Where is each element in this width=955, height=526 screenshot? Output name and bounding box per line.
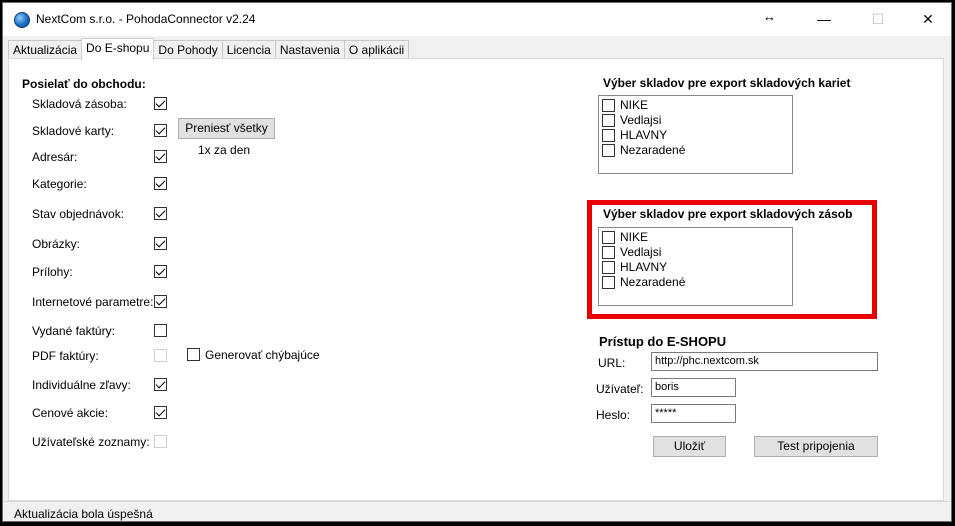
url-field[interactable]: http://phc.nextcom.sk (651, 352, 878, 371)
tab-5[interactable]: O aplikácii (343, 40, 410, 59)
save-button[interactable]: Uložiť (653, 436, 726, 457)
maximize-button: ☐ (871, 10, 885, 27)
card-export-heading: Výber skladov pre export skladových kari… (603, 76, 851, 90)
tab-3[interactable]: Licencia (221, 40, 276, 59)
list-item-label: HLAVNY (620, 260, 668, 274)
send-item-label: Kategorie: (32, 177, 87, 191)
generate-missing-label: Generovať chýbajúce (205, 348, 320, 362)
send-item-checkbox[interactable] (154, 265, 167, 278)
tab-panel-eshop: Posielať do obchodu: Skladová zásoba: Skl… (8, 58, 944, 501)
send-item-checkbox[interactable] (154, 324, 167, 337)
send-item-checkbox (154, 435, 167, 448)
card-export-listbox[interactable]: NIKE Vedlajsi HLAVNY Nezaradené (598, 95, 793, 174)
tab-0[interactable]: Aktualizácia (8, 40, 83, 59)
send-item-checkbox[interactable] (154, 378, 167, 391)
list-item-checkbox[interactable] (602, 231, 615, 244)
send-item-label: Individuálne zľavy: (32, 378, 131, 392)
send-item-label: Vydané faktúry: (32, 324, 115, 338)
stock-export-listbox[interactable]: NIKE Vedlajsi HLAVNY Nezaradené (598, 227, 793, 306)
list-item-label: Nezaradené (620, 275, 686, 289)
send-section-heading: Posielať do obchodu: (22, 77, 146, 91)
list-item-label: HLAVNY (620, 128, 668, 142)
user-label: Užívateľ: (596, 382, 644, 396)
list-item-checkbox[interactable] (602, 99, 615, 112)
list-item-checkbox[interactable] (602, 144, 615, 157)
generate-missing-checkbox[interactable] (187, 348, 200, 361)
app-logo-icon (14, 12, 30, 28)
stock-export-heading: Výber skladov pre export skladových záso… (603, 207, 853, 221)
tab-strip: Aktualizácia Do E-shopu Do Pohody Licencia N… (8, 38, 410, 60)
window-title: NextCom s.r.o. - PohodaConnector v2.24 (36, 12, 256, 26)
list-item-label: Vedlajsi (620, 113, 662, 127)
send-item-checkbox[interactable] (154, 237, 167, 250)
password-field[interactable]: ***** (651, 404, 736, 423)
send-item-label: Užívateľské zoznamy: (32, 435, 150, 449)
test-connection-button[interactable]: Test pripojenia (754, 436, 878, 457)
resize-cursor-icon: ↔ (763, 9, 776, 24)
url-label: URL: (598, 356, 626, 370)
send-item-label: Internetové parametre: (32, 295, 154, 309)
send-item-label: Skladové karty: (32, 124, 115, 138)
send-item-checkbox[interactable] (154, 97, 167, 110)
list-item-checkbox[interactable] (602, 114, 615, 127)
minimize-button[interactable]: — (801, 3, 847, 35)
eshop-access-heading: Prístup do E-SHOPU (599, 334, 727, 349)
frequency-text: 1x za den (198, 143, 251, 157)
list-item-label: Vedlajsi (620, 245, 662, 259)
list-item-checkbox[interactable] (602, 129, 615, 142)
user-field[interactable]: boris (651, 378, 736, 397)
send-item-label: Prílohy: (32, 265, 73, 279)
tab-2[interactable]: Do Pohody (153, 40, 223, 59)
send-item-label: Skladová zásoba: (32, 97, 127, 111)
send-item-checkbox[interactable] (154, 177, 167, 190)
send-item-checkbox[interactable] (154, 150, 167, 163)
status-bar: Aktualizácia bola úspešná (3, 501, 951, 521)
transfer-all-button[interactable]: Preniesť všetky (178, 118, 275, 139)
list-item-label: NIKE (620, 98, 649, 112)
send-item-label: Stav objednávok: (32, 207, 125, 221)
list-item-checkbox[interactable] (602, 276, 615, 289)
close-button[interactable]: ✕ (905, 3, 951, 35)
send-item-checkbox[interactable] (154, 124, 167, 137)
list-item-checkbox[interactable] (602, 261, 615, 274)
password-label: Heslo: (596, 408, 631, 422)
tab-4[interactable]: Nastavenia (274, 40, 345, 59)
send-item-checkbox[interactable] (154, 207, 167, 220)
send-item-label: PDF faktúry: (32, 349, 99, 363)
list-item-label: Nezaradené (620, 143, 686, 157)
status-text: Aktualizácia bola úspešná (14, 507, 153, 521)
list-item-label: NIKE (620, 230, 649, 244)
send-item-checkbox[interactable] (154, 406, 167, 419)
send-item-checkbox (154, 349, 167, 362)
list-item-checkbox[interactable] (602, 246, 615, 259)
send-item-checkbox[interactable] (154, 295, 167, 308)
send-item-label: Adresár: (32, 150, 78, 164)
title-bar: NextCom s.r.o. - PohodaConnector v2.24 ↔… (3, 3, 951, 36)
send-item-label: Cenové akcie: (32, 406, 109, 420)
app-window: NextCom s.r.o. - PohodaConnector v2.24 ↔… (2, 2, 952, 522)
tab-1[interactable]: Do E-shopu (81, 38, 155, 60)
send-item-label: Obrázky: (32, 237, 81, 251)
